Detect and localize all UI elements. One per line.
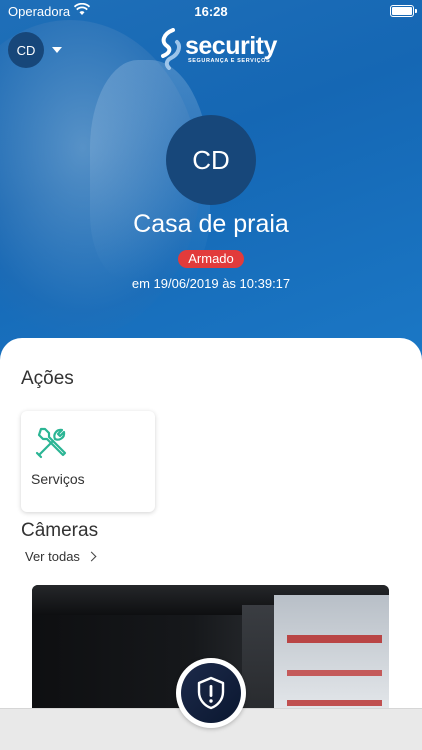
panic-button[interactable]	[176, 658, 246, 728]
status-badge: Armado	[178, 250, 244, 268]
brand-name: security	[185, 32, 277, 60]
logo-mark-icon	[161, 28, 181, 70]
chevron-right-icon	[86, 551, 97, 562]
see-all-label: Ver todas	[25, 549, 80, 564]
account-avatar[interactable]: CD	[8, 32, 44, 68]
armed-timestamp: em 19/06/2019 às 10:39:17	[131, 276, 291, 291]
brand-tagline: SEGURANÇA E SERVIÇOS	[188, 58, 271, 64]
clock: 16:28	[194, 4, 228, 19]
cameras-title: Câmeras	[21, 520, 99, 541]
brand-logo: security SEGURANÇA E SERVIÇOS	[155, 28, 277, 70]
see-all-link[interactable]: Ver todas	[25, 549, 97, 564]
site-avatar: CD	[166, 115, 256, 205]
status-bar: Operadora 16:28	[0, 0, 422, 22]
chevron-down-icon[interactable]	[52, 47, 62, 53]
tools-icon	[35, 427, 67, 459]
services-card[interactable]: Serviços	[21, 411, 155, 512]
services-label: Serviços	[31, 471, 85, 487]
site-name: Casa de praia	[133, 210, 289, 238]
account-switcher[interactable]: CD	[8, 32, 62, 68]
shield-alert-icon	[197, 676, 225, 710]
actions-title: Ações	[21, 368, 74, 389]
battery-icon	[390, 5, 417, 17]
